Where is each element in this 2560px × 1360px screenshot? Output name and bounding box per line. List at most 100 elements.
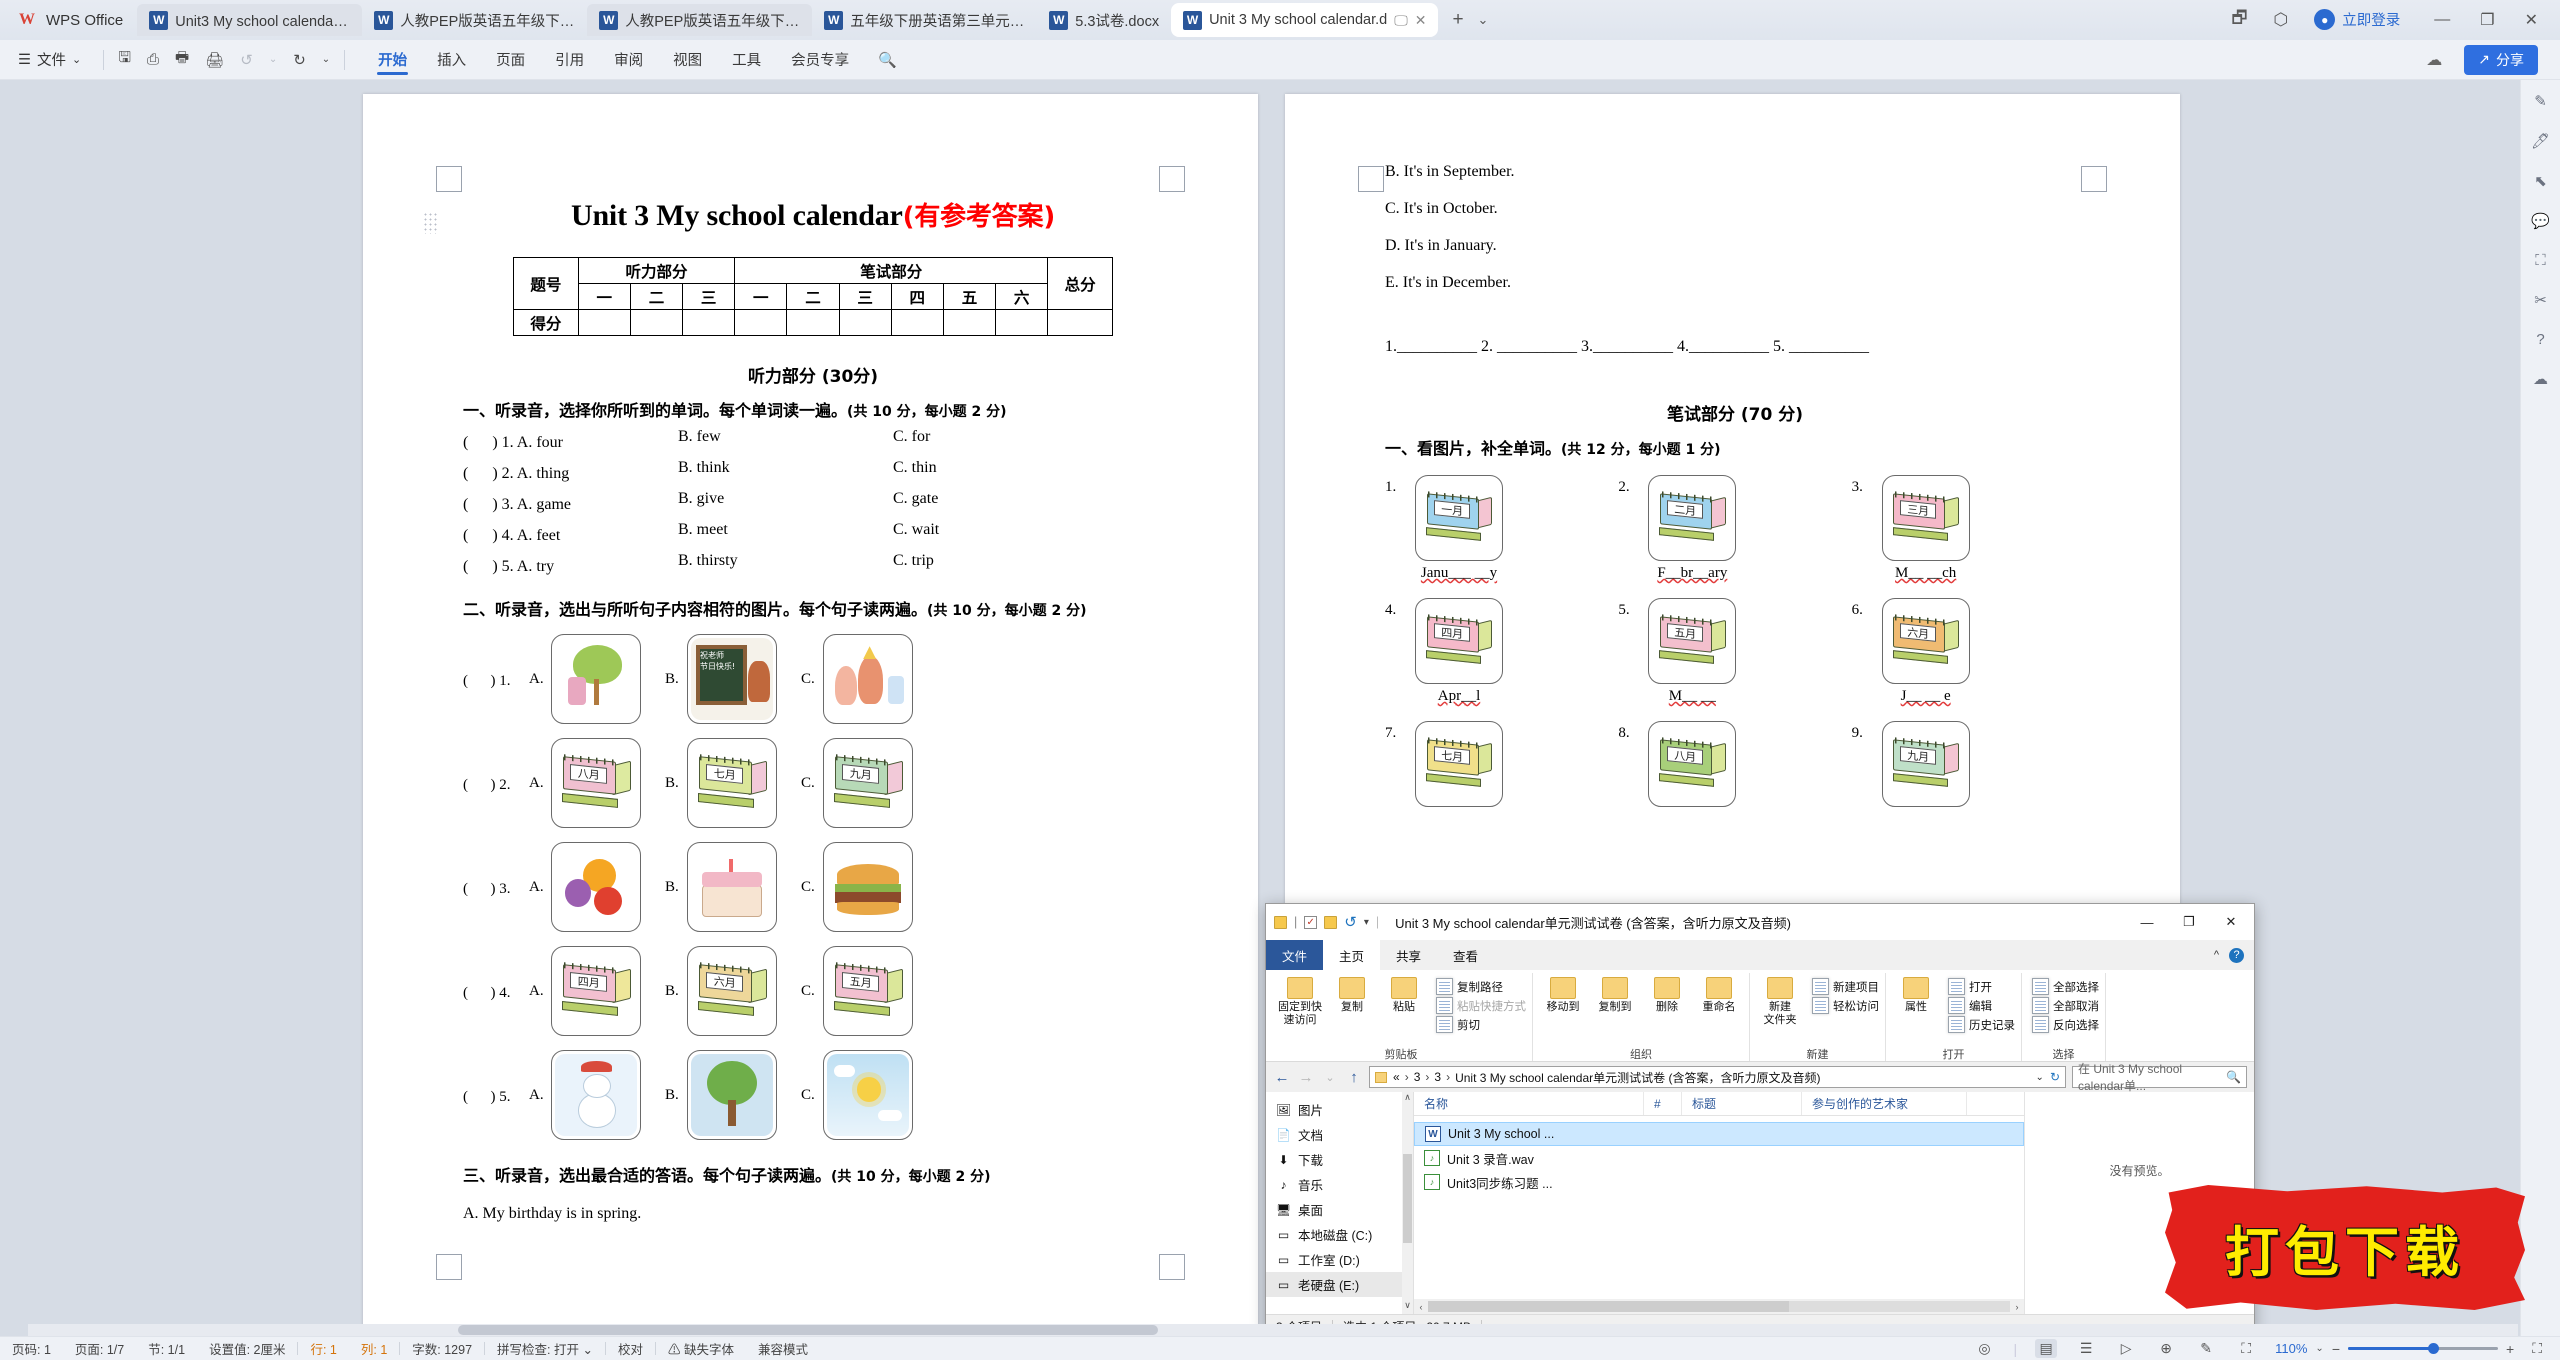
ribbon-tab-0[interactable]: 开始	[363, 41, 422, 79]
picture-option-b[interactable]: 六月	[687, 946, 777, 1036]
scroll-up-icon[interactable]: ∧	[1402, 1092, 1413, 1106]
zoom-level-label[interactable]: 110%	[2275, 1341, 2307, 1356]
explorer-button-select-none-icon[interactable]: 全部取消	[2032, 996, 2099, 1015]
picture-option-a[interactable]	[551, 1050, 641, 1140]
explorer-button-scissors-icon[interactable]: 剪切	[1436, 1015, 1526, 1034]
picture-option-c[interactable]	[823, 1050, 913, 1140]
status-item-0[interactable]: 页码: 1	[0, 1339, 63, 1358]
explorer-button-properties-icon[interactable]: 属性	[1892, 977, 1940, 1014]
explorer-button-easy-access-icon[interactable]: 轻松访问	[1812, 996, 1879, 1015]
word-picture-image[interactable]: 五月	[1648, 598, 1737, 684]
word-picture-image[interactable]: 八月	[1648, 721, 1737, 807]
explorer-title-bar[interactable]: | ✓ ↺ ▾ | Unit 3 My school calendar单元测试试…	[1266, 904, 2254, 940]
properties-icon[interactable]: ✓	[1304, 915, 1318, 929]
sidebar-scrollbar[interactable]: ∧ ∨	[1402, 1092, 1413, 1314]
explorer-button-rename-icon[interactable]: 重命名	[1695, 977, 1743, 1014]
help-icon[interactable]: ?	[2229, 947, 2244, 963]
chat-icon[interactable]: ☁	[2533, 370, 2548, 388]
address-bar[interactable]: « › 3 › 3 › Unit 3 My school calendar单元测试试卷 (含…	[1369, 1066, 2066, 1088]
file-list-rows[interactable]: W Unit 3 My school ... ♪ Unit 3 录音.wav ♪ Unit…	[1414, 1116, 2024, 1299]
login-button[interactable]: ● 立即登录	[2314, 9, 2400, 30]
share-button[interactable]: ↗ 分享	[2464, 44, 2538, 75]
paragraph-drag-handle[interactable]	[423, 212, 437, 234]
address-chevron-icon[interactable]: ⌄	[2036, 1072, 2044, 1083]
folder2-icon[interactable]	[1324, 915, 1338, 929]
fullscreen-icon[interactable]: ⛶	[2532, 1340, 2542, 1357]
document-tab-0[interactable]: W Unit3 My school calendar 达标检测	[137, 4, 363, 36]
breadcrumb-3[interactable]: Unit 3 My school calendar单元测试试卷 (含答案，含听力…	[1455, 1069, 1820, 1086]
pen-icon[interactable]: ✎	[2195, 1339, 2217, 1358]
picture-option-b[interactable]: 七月	[687, 738, 777, 828]
status-item-5[interactable]: 列: 1	[349, 1339, 399, 1358]
column-header-0[interactable]: 名称	[1414, 1092, 1644, 1115]
status-item-10[interactable]: 兼容模式	[746, 1339, 820, 1358]
explorer-menu-tab-3[interactable]: 查看	[1437, 940, 1494, 970]
sidebar-item-5[interactable]: ▭ 本地磁盘 (C:)	[1266, 1222, 1413, 1247]
document-tab-2[interactable]: W 人教PEP版英语五年级下册Unit3Mysc	[587, 4, 813, 36]
sidebar-item-2[interactable]: ⬇ 下载	[1266, 1147, 1413, 1172]
explorer-button-copy-icon[interactable]: 复制	[1328, 977, 1376, 1014]
document-page-1[interactable]: Unit 3 My school calendar(有参考答案) 题号 听力部分…	[363, 94, 1258, 1336]
column-header-3[interactable]: 参与创作的艺术家	[1802, 1092, 1967, 1115]
scroll-down-icon[interactable]: ∨	[1402, 1300, 1413, 1314]
minimize-button[interactable]: —	[2434, 11, 2450, 29]
save-icon[interactable]: 🖫	[118, 47, 131, 72]
zoom-track[interactable]	[2348, 1343, 2498, 1354]
word-picture-image[interactable]: 六月	[1881, 598, 1970, 684]
focus-icon[interactable]: ◎	[1973, 1339, 1995, 1358]
word-picture-image[interactable]: 三月	[1881, 475, 1970, 561]
explorer-button-pin-icon[interactable]: 固定到快 速访问	[1276, 977, 1324, 1026]
search-icon[interactable]: 🔍	[2226, 1070, 2241, 1084]
scroll-track[interactable]	[1428, 1301, 2010, 1312]
explorer-search-box[interactable]: 在 Unit 3 My school calendar单... 🔍	[2072, 1062, 2247, 1093]
file-row-2[interactable]: ♪ Unit3同步练习题 ...	[1414, 1170, 2024, 1194]
redo-icon[interactable]: ↻	[293, 51, 306, 69]
explorer-button-delete-icon[interactable]: 删除	[1643, 977, 1691, 1014]
recent-locations-button[interactable]: ⌄	[1321, 1071, 1339, 1084]
print-preview-icon[interactable]: ⎙	[147, 51, 159, 68]
file-menu-button[interactable]: ☰ 文件 ⌄	[0, 49, 95, 70]
print-icon[interactable]: 🖶	[175, 47, 189, 72]
picture-option-a[interactable]	[551, 842, 641, 932]
file-list-horizontal-scrollbar[interactable]: ‹ ›	[1414, 1299, 2024, 1314]
fit-icon[interactable]: ⛶	[2235, 1339, 2257, 1358]
explorer-button-invert-selection-icon[interactable]: 反向选择	[2032, 1015, 2099, 1034]
scroll-right-icon[interactable]: ›	[2010, 1302, 2024, 1312]
explorer-button-new-folder-icon[interactable]: 新建 文件夹	[1756, 977, 1804, 1026]
undo-icon[interactable]: ↺	[1344, 913, 1357, 931]
zoom-chevron-icon[interactable]: ⌄	[2315, 1343, 2323, 1354]
comment-icon[interactable]: 💬	[2531, 212, 2550, 230]
breadcrumb-0[interactable]: «	[1393, 1070, 1400, 1084]
explorer-sidebar[interactable]: 🖼 图片 📄 文档 ⬇ 下载 ♪ 音乐 🖥 桌面 ▭ 本地磁盘 (C:) ▭ 工作室 (D:) ▭ 老硬盘 (…	[1266, 1092, 1414, 1314]
explorer-maximize-button[interactable]: ❐	[2168, 905, 2210, 940]
ribbon-tab-2[interactable]: 页面	[481, 41, 540, 79]
picture-option-c[interactable]: 九月	[823, 738, 913, 828]
explorer-button-history-icon[interactable]: 历史记录	[1948, 1015, 2015, 1034]
explorer-close-button[interactable]: ✕	[2210, 905, 2252, 940]
explorer-minimize-button[interactable]: —	[2126, 905, 2168, 940]
status-item-2[interactable]: 节: 1/1	[136, 1339, 197, 1358]
picture-option-c[interactable]	[823, 842, 913, 932]
scroll-thumb[interactable]	[1403, 1154, 1412, 1243]
document-tab-1[interactable]: W 人教PEP版英语五年级下册Unit3Mysc	[362, 4, 587, 36]
qat-chevron-icon[interactable]: ▾	[1364, 917, 1369, 928]
ribbon-tab-5[interactable]: 视图	[658, 41, 717, 79]
explorer-menu-tab-2[interactable]: 共享	[1380, 940, 1437, 970]
file-list-column-headers[interactable]: 名称 # 标题 参与创作的艺术家	[1414, 1092, 2024, 1116]
word-picture-image[interactable]: 七月	[1415, 721, 1503, 807]
close-button[interactable]: ✕	[2525, 10, 2538, 30]
ribbon-tab-1[interactable]: 插入	[422, 41, 481, 79]
word-picture-image[interactable]: 九月	[1881, 721, 1970, 807]
document-tab-4[interactable]: W 5.3试卷.docx	[1037, 4, 1171, 36]
document-horizontal-scrollbar[interactable]	[28, 1324, 2518, 1336]
undo-icon[interactable]: ↺	[240, 51, 253, 69]
word-picture-image[interactable]: 一月	[1415, 475, 1503, 561]
picture-option-a[interactable]: 八月	[551, 738, 641, 828]
word-picture-image[interactable]: 二月	[1648, 475, 1737, 561]
document-tab-5[interactable]: W Unit 3 My school calendar.d 🖵 ✕	[1171, 3, 1439, 37]
explorer-button-paste-icon[interactable]: 粘贴	[1380, 977, 1428, 1014]
undo-chevron-icon[interactable]: ⌄	[269, 54, 277, 65]
word-picture-image[interactable]: 四月	[1415, 598, 1503, 684]
sidebar-item-6[interactable]: ▭ 工作室 (D:)	[1266, 1247, 1413, 1272]
sidebar-item-0[interactable]: 🖼 图片	[1266, 1097, 1413, 1122]
